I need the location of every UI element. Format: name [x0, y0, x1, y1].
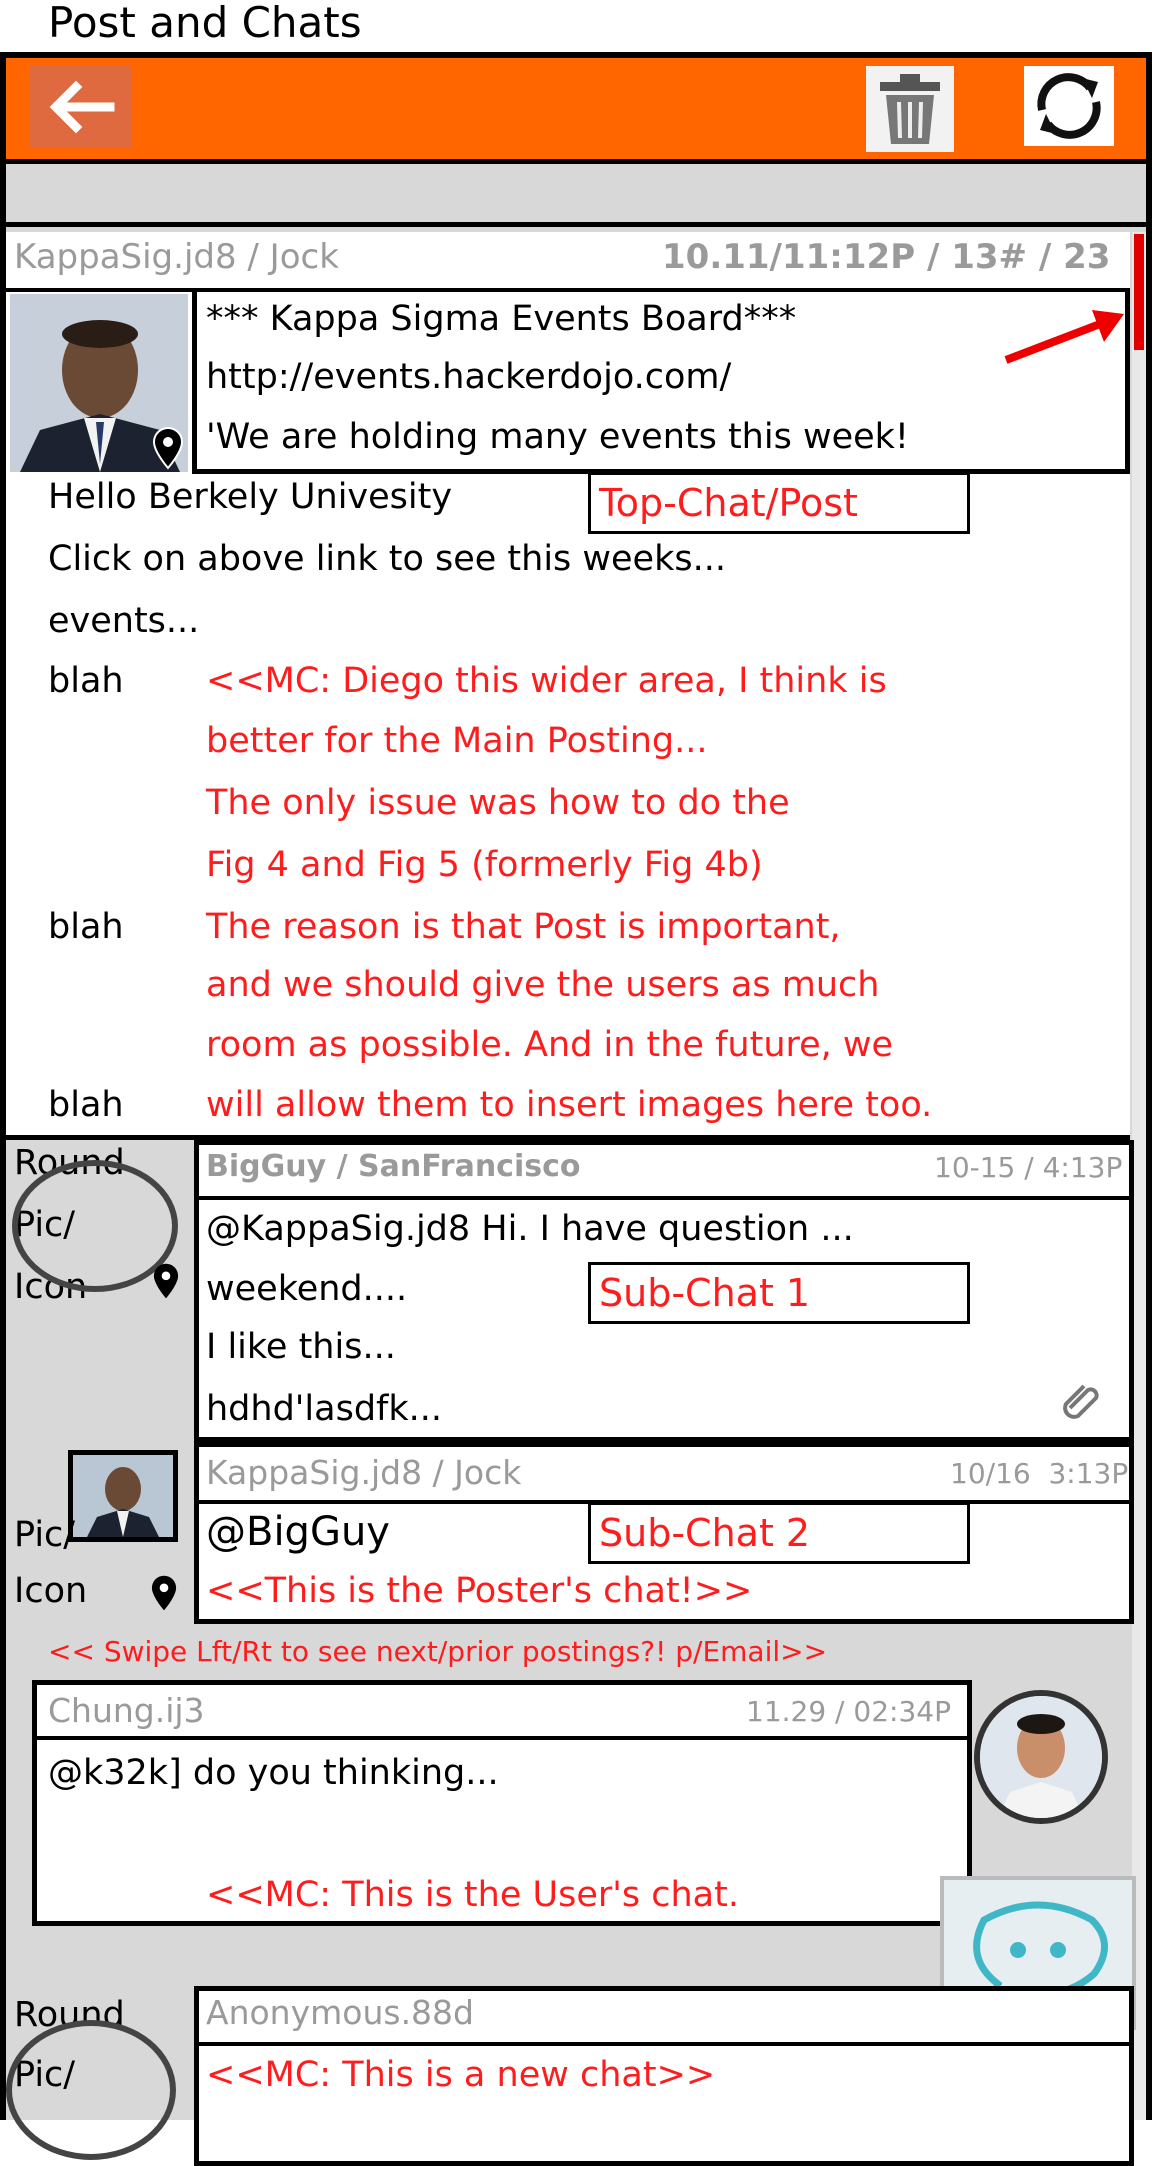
avatar-image — [980, 1696, 1102, 1818]
scrollbar[interactable] — [1132, 232, 1146, 2120]
post-avatar[interactable] — [10, 294, 188, 472]
annotation-note: room as possible. And in the future, we — [206, 1025, 894, 1065]
post-body-line: Hello Berkely Univesity — [48, 477, 453, 517]
subchat1-line: weekend.... — [206, 1269, 408, 1309]
annotation-note: The reason is that Post is important, — [206, 907, 841, 947]
post-link[interactable]: http://events.hackerdojo.com/ — [206, 360, 731, 395]
top-chat-label-text: Top-Chat/Post — [599, 481, 858, 525]
refresh-icon — [1037, 73, 1101, 139]
subchat1-line: I like this... — [206, 1327, 396, 1367]
arrow-left-icon — [49, 80, 115, 134]
subchat2-mention[interactable]: @BigGuy — [206, 1512, 390, 1552]
blah-text: blah — [48, 907, 124, 947]
post-author[interactable]: KappaSig.jd8 / Jock — [14, 240, 339, 274]
location-pin-icon — [152, 426, 184, 470]
subchat2-avatar[interactable] — [68, 1450, 178, 1542]
subchat2-time: 10/16 3:13P — [950, 1457, 1129, 1490]
trash-icon — [880, 74, 940, 144]
annotation-note: The only issue was how to do the — [206, 783, 790, 823]
post-body-line: events... — [48, 601, 200, 641]
page-title: Post and Chats — [48, 0, 362, 47]
subchat1-line: @KappaSig.jd8 Hi. I have question ... — [206, 1209, 854, 1249]
annotation-note: will allow them to insert images here to… — [206, 1085, 933, 1125]
annotation-note: <<MC: Diego this wider area, I think is — [206, 661, 887, 701]
swipe-note: << Swipe Lft/Rt to see next/prior postin… — [48, 1635, 828, 1668]
paperclip-icon[interactable] — [1060, 1378, 1104, 1422]
user-chat-note: <<MC: This is the User's chat. — [206, 1875, 739, 1915]
round-avatar-placeholder[interactable] — [6, 2020, 176, 2160]
top-chat-label: Top-Chat/Post — [588, 472, 970, 534]
scrollbar-thumb[interactable] — [1134, 234, 1144, 350]
avatar-image — [73, 1455, 173, 1537]
filter-strip — [6, 169, 1146, 227]
annotation-note: better for the Main Posting... — [206, 721, 708, 761]
blah-text: blah — [48, 661, 124, 701]
back-button[interactable] — [30, 66, 132, 148]
annotation-note: and we should give the users as much — [206, 965, 880, 1005]
new-chat-divider — [194, 2042, 1134, 2046]
post-line: 'We are holding many events this week! — [206, 417, 909, 457]
user-chat-author[interactable]: Chung.ij3 — [48, 1694, 205, 1727]
new-chat-author[interactable]: Anonymous.88d — [206, 1996, 474, 2029]
location-pin-icon — [151, 1575, 177, 1611]
user-avatar[interactable] — [974, 1690, 1108, 1824]
pic-icon-label: Icon — [14, 1571, 88, 1611]
subchat1-time: 10-15 / 4:13P — [934, 1151, 1123, 1184]
subchat2-note: <<This is the Poster's chat!>> — [206, 1571, 753, 1611]
new-chat-note: <<MC: This is a new chat>> — [206, 2055, 716, 2095]
annotation-note: Fig 4 and Fig 5 (formerly Fig 4b) — [206, 845, 763, 885]
subchat2-label: Sub-Chat 2 — [588, 1502, 970, 1564]
annotation-arrow-icon — [1004, 310, 1124, 364]
subchat1-divider — [194, 1196, 1134, 1200]
blah-text: blah — [48, 1085, 124, 1125]
pic-icon-label: Pic/ — [14, 1515, 76, 1555]
subchat1-label: Sub-Chat 1 — [588, 1262, 970, 1324]
subchat2-author[interactable]: KappaSig.jd8 / Jock — [206, 1456, 521, 1489]
refresh-button[interactable] — [1024, 66, 1114, 146]
toolbar — [6, 58, 1146, 164]
user-chat-line: @k32k] do you thinking... — [48, 1753, 499, 1793]
user-chat-time: 11.29 / 02:34P — [746, 1695, 951, 1728]
subchat2-label-text: Sub-Chat 2 — [599, 1511, 811, 1555]
subchat1-label-text: Sub-Chat 1 — [599, 1271, 811, 1315]
user-chat-divider — [32, 1736, 972, 1740]
subchat1-author[interactable]: BigGuy / SanFrancisco — [206, 1152, 581, 1182]
post-line: *** Kappa Sigma Events Board*** — [206, 299, 797, 339]
delete-button[interactable] — [866, 66, 954, 152]
post-body-line: Click on above link to see this weeks... — [48, 539, 726, 579]
location-pin-icon — [153, 1263, 179, 1299]
subchat1-line: hdhd'lasdfk... — [206, 1389, 443, 1429]
post-meta: 10.11/11:12P / 13# / 23 — [662, 237, 1111, 277]
